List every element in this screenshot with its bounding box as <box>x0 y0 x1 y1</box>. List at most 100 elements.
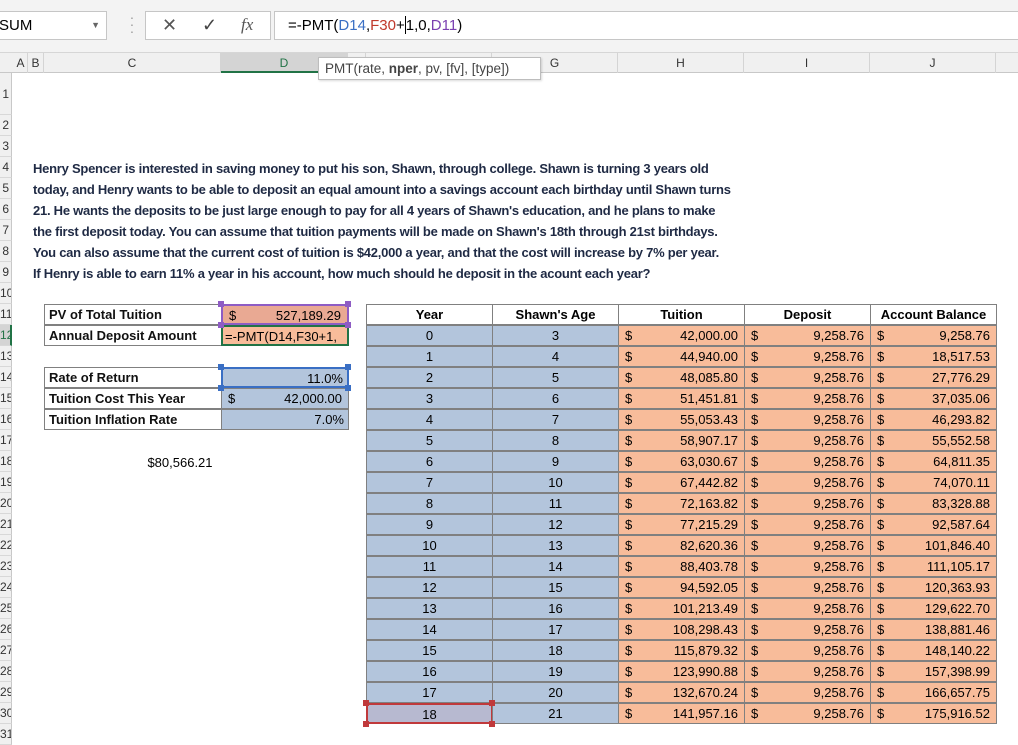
year-cell[interactable]: 14 <box>366 619 493 640</box>
tuition-cell[interactable]: $58,907.17 <box>618 430 745 451</box>
tuition-cell[interactable]: $101,213.49 <box>618 598 745 619</box>
year-cell[interactable]: 5 <box>366 430 493 451</box>
balance-cell[interactable]: $148,140.22 <box>870 640 997 661</box>
age-cell[interactable]: 19 <box>492 661 619 682</box>
year-cell[interactable]: 17 <box>366 682 493 703</box>
year-cell[interactable]: 8 <box>366 493 493 514</box>
chevron-down-icon[interactable]: ▼ <box>91 12 100 39</box>
age-cell[interactable]: 8 <box>492 430 619 451</box>
deposit-cell[interactable]: $9,258.76 <box>744 451 871 472</box>
deposit-cell[interactable]: $9,258.76 <box>744 577 871 598</box>
row-header-8[interactable]: 8 <box>0 241 12 262</box>
balance-cell[interactable]: $101,846.40 <box>870 535 997 556</box>
row-header-22[interactable]: 22 <box>0 535 12 556</box>
pv-total-tuition-cell[interactable]: $527,189.29 <box>221 304 349 325</box>
row-header-14[interactable]: 14 <box>0 367 12 388</box>
age-cell[interactable]: 10 <box>492 472 619 493</box>
balance-cell[interactable]: $111,105.17 <box>870 556 997 577</box>
year-cell[interactable]: 18 <box>366 703 493 724</box>
tuition-cell[interactable]: $141,957.16 <box>618 703 745 724</box>
row-header-2[interactable]: 2 <box>0 115 12 136</box>
deposit-cell[interactable]: $9,258.76 <box>744 703 871 724</box>
age-cell[interactable]: 6 <box>492 388 619 409</box>
age-cell[interactable]: 7 <box>492 409 619 430</box>
year-cell[interactable]: 11 <box>366 556 493 577</box>
row-header-10[interactable]: 10 <box>0 283 12 304</box>
deposit-cell[interactable]: $9,258.76 <box>744 346 871 367</box>
age-cell[interactable]: 14 <box>492 556 619 577</box>
row-header-28[interactable]: 28 <box>0 661 12 682</box>
range-handle[interactable] <box>345 322 351 328</box>
tuition-cell[interactable]: $108,298.43 <box>618 619 745 640</box>
balance-cell[interactable]: $166,657.75 <box>870 682 997 703</box>
column-header-i[interactable]: I <box>744 53 870 73</box>
deposit-cell[interactable]: $9,258.76 <box>744 325 871 346</box>
year-cell[interactable]: 3 <box>366 388 493 409</box>
grip-handle-icon[interactable]: · · · <box>129 10 135 38</box>
year-cell[interactable]: 1 <box>366 346 493 367</box>
deposit-cell[interactable]: $9,258.76 <box>744 556 871 577</box>
balance-cell[interactable]: $120,363.93 <box>870 577 997 598</box>
tuition-cell[interactable]: $123,990.88 <box>618 661 745 682</box>
tuition-cell[interactable]: $67,442.82 <box>618 472 745 493</box>
balance-cell[interactable]: $64,811.35 <box>870 451 997 472</box>
row-header-12[interactable]: 12 <box>0 325 12 346</box>
age-cell[interactable]: 3 <box>492 325 619 346</box>
age-cell[interactable]: 12 <box>492 514 619 535</box>
age-cell[interactable]: 16 <box>492 598 619 619</box>
range-handle[interactable] <box>345 364 351 370</box>
tuition-cell[interactable]: $42,000.00 <box>618 325 745 346</box>
deposit-cell[interactable]: $9,258.76 <box>744 535 871 556</box>
tuition-cell[interactable]: $48,085.80 <box>618 367 745 388</box>
range-handle[interactable] <box>363 721 369 727</box>
row-header-16[interactable]: 16 <box>0 409 12 430</box>
balance-cell[interactable]: $55,552.58 <box>870 430 997 451</box>
tuition-cell[interactable]: $55,053.43 <box>618 409 745 430</box>
extra-value-cell[interactable]: $80,566.21 <box>44 453 316 473</box>
year-cell[interactable]: 6 <box>366 451 493 472</box>
row-header-29[interactable]: 29 <box>0 682 12 703</box>
row-header-9[interactable]: 9 <box>0 262 12 283</box>
column-header-h[interactable]: H <box>618 53 744 73</box>
tuition-cell[interactable]: $88,403.78 <box>618 556 745 577</box>
balance-cell[interactable]: $138,881.46 <box>870 619 997 640</box>
range-handle[interactable] <box>218 301 224 307</box>
row-header-18[interactable]: 18 <box>0 451 12 472</box>
row-header-11[interactable]: 11 <box>0 304 12 325</box>
row-header-27[interactable]: 27 <box>0 640 12 661</box>
age-cell[interactable]: 21 <box>492 703 619 724</box>
range-handle[interactable] <box>218 385 224 391</box>
row-header-1[interactable]: 1 <box>0 73 12 115</box>
row-header-6[interactable]: 6 <box>0 199 12 220</box>
cancel-icon[interactable]: ✕ <box>162 15 177 36</box>
balance-cell[interactable]: $18,517.53 <box>870 346 997 367</box>
age-cell[interactable]: 15 <box>492 577 619 598</box>
row-header-5[interactable]: 5 <box>0 178 12 199</box>
deposit-cell[interactable]: $9,258.76 <box>744 388 871 409</box>
column-header-a[interactable]: A <box>14 53 28 73</box>
year-cell[interactable]: 15 <box>366 640 493 661</box>
age-cell[interactable]: 18 <box>492 640 619 661</box>
tuition-cost-cell[interactable]: $42,000.00 <box>221 388 349 409</box>
row-header-24[interactable]: 24 <box>0 577 12 598</box>
deposit-cell[interactable]: $9,258.76 <box>744 661 871 682</box>
deposit-cell[interactable]: $9,258.76 <box>744 430 871 451</box>
row-header-21[interactable]: 21 <box>0 514 12 535</box>
tuition-cell[interactable]: $115,879.32 <box>618 640 745 661</box>
row-header-23[interactable]: 23 <box>0 556 12 577</box>
enter-checkmark-icon[interactable]: ✓ <box>202 15 217 36</box>
balance-cell[interactable]: $46,293.82 <box>870 409 997 430</box>
year-cell[interactable]: 2 <box>366 367 493 388</box>
row-header-4[interactable]: 4 <box>0 157 12 178</box>
row-header-25[interactable]: 25 <box>0 598 12 619</box>
formula-bar-input[interactable]: =-PMT(D14,F30+1,0,D11) <box>274 11 1018 40</box>
age-cell[interactable]: 9 <box>492 451 619 472</box>
year-cell[interactable]: 16 <box>366 661 493 682</box>
range-handle[interactable] <box>345 301 351 307</box>
column-header-b[interactable]: B <box>28 53 44 73</box>
year-cell[interactable]: 0 <box>366 325 493 346</box>
row-header-30[interactable]: 30 <box>0 703 12 724</box>
insert-function-icon[interactable]: fx <box>241 15 253 35</box>
balance-cell[interactable]: $27,776.29 <box>870 367 997 388</box>
balance-cell[interactable]: $37,035.06 <box>870 388 997 409</box>
